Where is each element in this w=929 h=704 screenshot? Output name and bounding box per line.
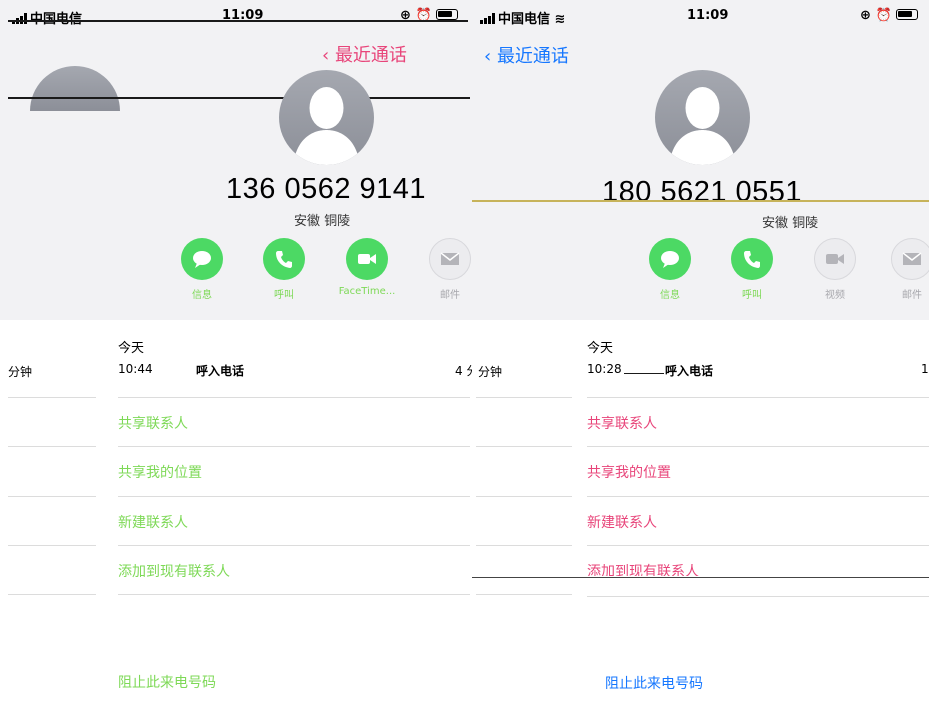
scan-line [8,97,470,99]
share-location-link[interactable]: 共享我的位置 [118,462,202,482]
avatar [655,70,750,165]
mail-icon [891,238,929,280]
video-icon [346,238,388,280]
action-label: 邮件 [440,290,460,301]
action-video[interactable]: 视频 [797,238,873,301]
add-existing-contact-link[interactable]: 添加到现有联系人 [587,561,699,576]
divider [587,545,929,546]
battery-icon [436,9,459,20]
back-button[interactable]: ‹ 最近通话 [322,41,407,67]
wifi-icon: ≋ [554,12,566,27]
fragment-duration: 分钟 [478,365,503,379]
status-bar: 中国电信 ≋ [480,8,565,27]
call-log-duration: 1 [921,362,929,376]
new-contact-link[interactable]: 新建联系人 [118,512,188,532]
message-icon [181,238,223,280]
action-label: 呼叫 [742,290,762,301]
block-caller-link[interactable]: 阻止此来电号码 [605,673,703,693]
action-label: FaceTime... [338,286,396,297]
left-contact-pane: 中国电信 11:09 ⊕ ⏰ ‹ 最近通话 136 0562 9141 安徽 铜… [0,0,472,704]
back-button[interactable]: ‹ 最近通话 [484,42,569,68]
person-icon [293,87,360,165]
divider [118,545,470,546]
action-message[interactable]: 信息 [164,238,240,301]
divider [8,594,96,595]
phone-number[interactable]: 180 5621 0551 [602,176,802,200]
call-log-type: 呼入电话 [196,364,245,378]
battery-icon [896,9,919,20]
call-log-duration: 4 分 [455,364,472,378]
divider [587,397,929,398]
add-existing-contact-link[interactable]: 添加到现有联系人 [118,561,230,581]
back-label: 最近通话 [496,46,569,67]
share-contact-link[interactable]: 共享联系人 [118,413,188,433]
call-log-time: 10:44 [118,362,153,376]
back-label: 最近通话 [334,45,407,66]
chevron-left-icon: ‹ [484,46,492,67]
divider [8,446,96,447]
divider [587,446,929,447]
phone-number[interactable]: 136 0562 9141 [226,173,426,206]
divider [587,596,929,597]
scan-line [472,577,929,578]
status-time: 11:09 [687,8,729,23]
phone-icon [731,238,773,280]
new-contact-link[interactable]: 新建联系人 [587,512,657,532]
location-label: 安徽 铜陵 [294,214,351,229]
divider [118,446,470,447]
action-call[interactable]: 呼叫 [246,238,322,301]
action-call[interactable]: 呼叫 [714,238,790,301]
divider [8,545,96,546]
divider [118,496,470,497]
divider [118,397,470,398]
action-facetime[interactable]: FaceTime... [329,238,405,297]
video-icon [814,238,856,280]
share-contact-link[interactable]: 共享联系人 [587,413,657,433]
action-label: 邮件 [902,290,922,301]
scan-line [624,373,664,374]
action-mail[interactable]: 邮件 [412,238,472,301]
status-icons: ⊕ ⏰ [860,8,919,23]
lock-rotation-icon: ⊕ [860,8,871,23]
phone-icon [263,238,305,280]
action-mail[interactable]: 邮件 [874,238,929,301]
divider [8,397,96,398]
action-label: 呼叫 [274,290,294,301]
scan-line [472,200,929,202]
right-contact-pane: 中国电信 ≋ 11:09 ⊕ ⏰ ‹ 最近通话 180 5621 0551 安徽… [472,0,929,704]
mail-icon [429,238,471,280]
action-label: 信息 [192,290,212,301]
call-log-time: 10:28 [587,362,622,376]
call-log-day: 今天 [587,341,614,356]
call-log-type: 呼入电话 [665,364,714,378]
action-label: 信息 [660,290,680,301]
call-log-day: 今天 [118,341,145,356]
divider [476,446,572,447]
divider [476,496,572,497]
signal-icon [12,13,27,24]
alarm-icon: ⏰ [875,8,892,23]
block-caller-link[interactable]: 阻止此来电号码 [118,672,216,692]
scan-line [8,20,468,22]
divider [476,594,572,595]
chevron-left-icon: ‹ [322,45,330,66]
divider [8,496,96,497]
carrier-label: 中国电信 [498,12,551,27]
share-location-link[interactable]: 共享我的位置 [587,462,671,482]
avatar [279,70,374,165]
divider [118,594,470,595]
status-bar: 中国电信 [12,8,82,27]
divider [476,545,572,546]
divider [587,496,929,497]
action-message[interactable]: 信息 [632,238,708,301]
signal-icon [480,13,495,24]
divider [476,397,572,398]
location-label: 安徽 铜陵 [762,216,819,231]
fragment-duration: 分钟 [8,365,33,379]
message-icon [649,238,691,280]
person-icon [669,87,736,165]
action-label: 视频 [825,290,845,301]
